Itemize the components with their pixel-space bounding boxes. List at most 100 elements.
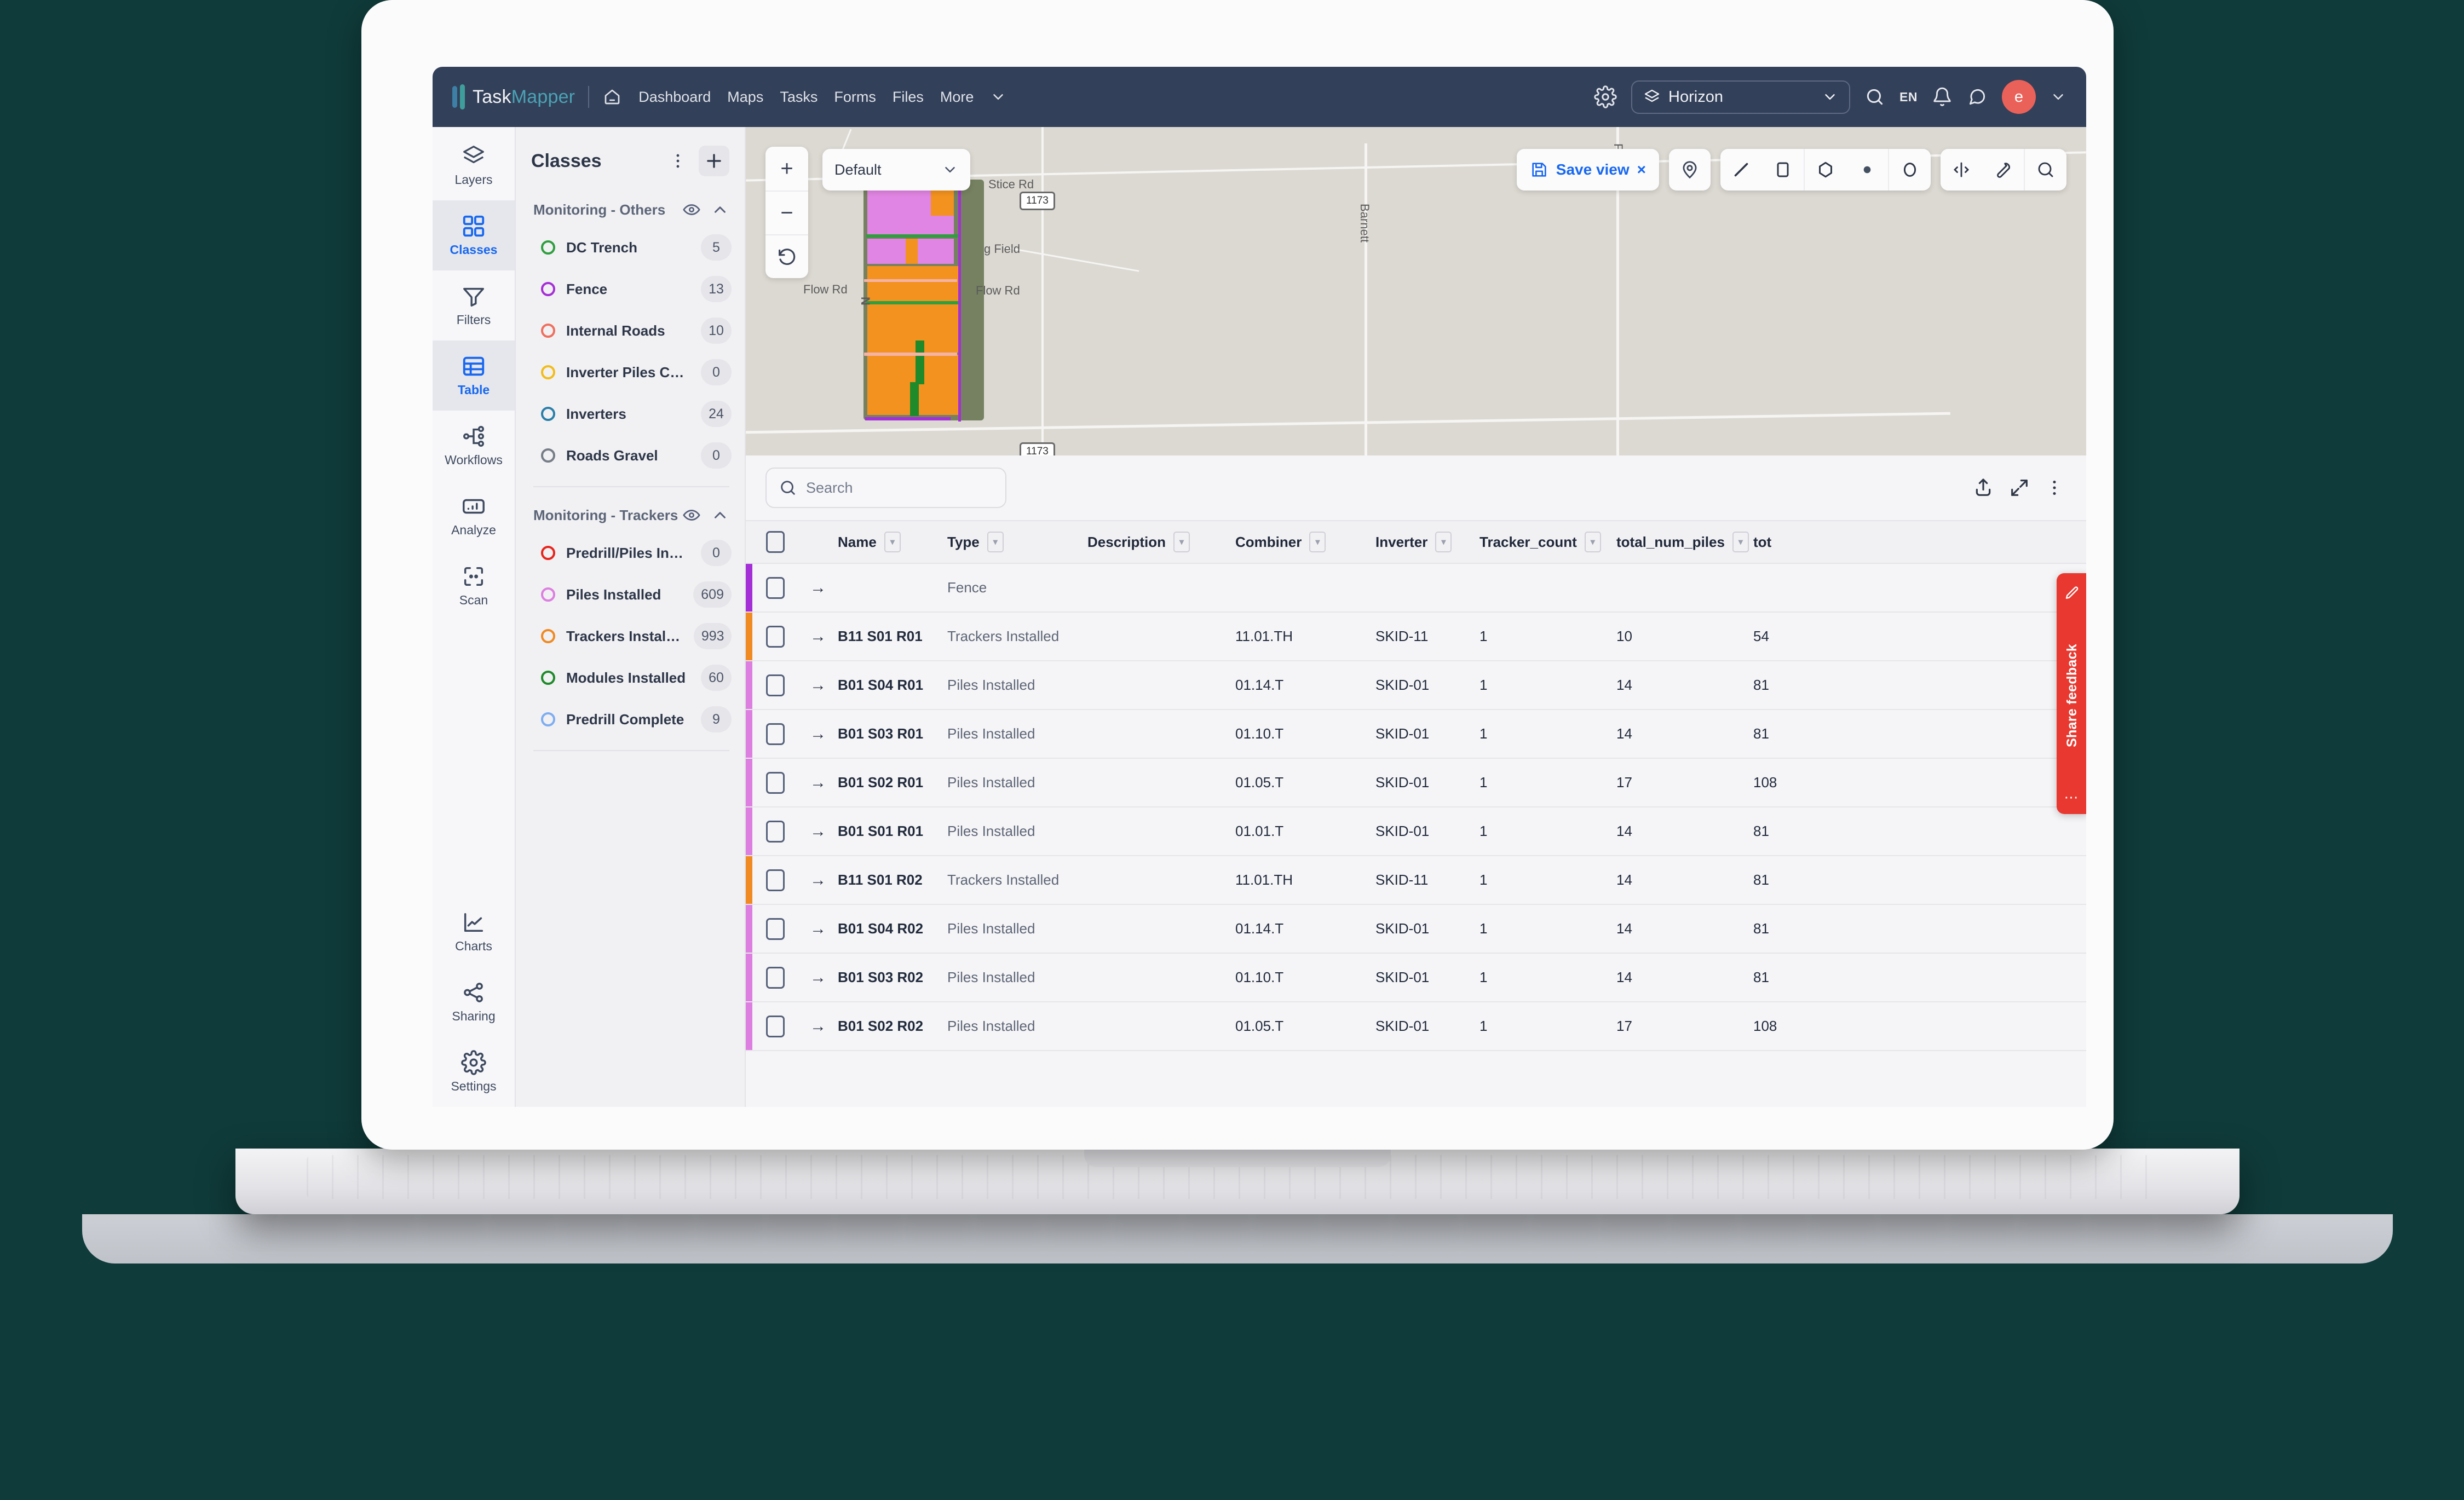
kebab-menu-icon[interactable] [663, 146, 693, 176]
more-chevron-down-icon[interactable] [990, 89, 1006, 105]
column-filter-icon[interactable]: ▾ [884, 532, 901, 552]
sidebar-item-classes[interactable]: Classes [433, 200, 515, 270]
table-row[interactable]: → B01 S02 R01 Piles Installed 01.05.T SK… [746, 759, 2086, 807]
table-row[interactable]: → B01 S01 R01 Piles Installed 01.01.T SK… [746, 807, 2086, 856]
select-all-checkbox[interactable] [752, 531, 798, 553]
column-header-description[interactable]: Description ▾ [1087, 532, 1235, 552]
list-item[interactable]: Inverters 24 [516, 393, 745, 435]
list-item[interactable]: Predrill Complete 9 [516, 699, 745, 740]
upload-icon[interactable] [1972, 477, 1994, 499]
table-row[interactable]: → B01 S03 R01 Piles Installed 01.10.T SK… [746, 710, 2086, 759]
column-header-total[interactable]: tot [1753, 534, 1863, 551]
list-item[interactable]: Internal Roads 10 [516, 310, 745, 351]
sidebar-item-filters[interactable]: Filters [433, 270, 515, 341]
nav-item-dashboard[interactable]: Dashboard [638, 89, 711, 106]
list-item[interactable]: Fence 13 [516, 268, 745, 310]
row-expand-icon[interactable]: → [798, 920, 838, 938]
column-header-tracker-count[interactable]: Tracker_count ▾ [1479, 532, 1616, 552]
column-filter-icon[interactable]: ▾ [1173, 532, 1190, 552]
nav-item-forms[interactable]: Forms [834, 89, 876, 106]
save-view-button[interactable]: Save view × [1516, 149, 1659, 191]
column-filter-icon[interactable]: ▾ [1435, 532, 1452, 552]
list-item[interactable]: Trackers Installed 993 [516, 615, 745, 657]
list-item[interactable]: Predrill/Piles Incom... 0 [516, 532, 745, 574]
row-checkbox[interactable] [752, 625, 798, 648]
column-header-combiner[interactable]: Combiner ▾ [1235, 532, 1375, 552]
sidebar-item-settings[interactable]: Settings [433, 1037, 515, 1107]
row-expand-icon[interactable]: → [798, 579, 838, 597]
avatar[interactable]: e [2002, 80, 2036, 114]
list-item[interactable]: Inverter Piles Compl... 0 [516, 351, 745, 393]
list-item[interactable]: Piles Installed 609 [516, 574, 745, 615]
list-item[interactable]: DC Trench 5 [516, 227, 745, 268]
chevron-down-icon[interactable] [942, 161, 958, 178]
table-row[interactable]: → B11 S01 R01 Trackers Installed 11.01.T… [746, 613, 2086, 661]
row-checkbox[interactable] [752, 723, 798, 745]
expand-icon[interactable] [2008, 477, 2030, 499]
wrench-icon[interactable] [1982, 149, 2024, 191]
row-expand-icon[interactable]: → [798, 627, 838, 646]
search-icon[interactable] [2025, 149, 2066, 191]
plus-icon[interactable] [699, 146, 729, 176]
share-feedback-tab[interactable]: Share feedback ⋯ [2057, 573, 2086, 814]
nav-item-files[interactable]: Files [893, 89, 924, 106]
row-expand-icon[interactable]: → [798, 968, 838, 987]
table-row[interactable]: → B11 S01 R02 Trackers Installed 11.01.T… [746, 856, 2086, 905]
language-indicator[interactable]: EN [1899, 90, 1918, 105]
sidebar-item-analyze[interactable]: Analyze [433, 481, 515, 551]
circle-icon[interactable] [1889, 149, 1931, 191]
column-filter-icon[interactable]: ▾ [1584, 532, 1601, 552]
map-pin-icon[interactable] [1669, 149, 1711, 191]
row-expand-icon[interactable]: → [798, 1017, 838, 1036]
row-expand-icon[interactable]: → [798, 822, 838, 841]
column-header-total-num-piles[interactable]: total_num_piles ▾ [1616, 532, 1753, 552]
nav-item-more[interactable]: More [940, 89, 974, 106]
class-group-header[interactable]: Monitoring - Others [516, 195, 745, 227]
nav-item-tasks[interactable]: Tasks [780, 89, 818, 106]
row-checkbox[interactable] [752, 869, 798, 891]
chevron-up-icon[interactable] [711, 200, 729, 219]
class-group-header[interactable]: Monitoring - Trackers [516, 500, 745, 532]
sidebar-item-sharing[interactable]: Sharing [433, 967, 515, 1037]
eye-icon[interactable] [682, 200, 701, 219]
table-row[interactable]: → Fence [746, 564, 2086, 613]
list-item[interactable]: Modules Installed 60 [516, 657, 745, 699]
nav-item-maps[interactable]: Maps [727, 89, 763, 106]
row-checkbox[interactable] [752, 820, 798, 843]
table-row[interactable]: → B01 S04 R02 Piles Installed 01.14.T SK… [746, 905, 2086, 954]
column-header-type[interactable]: Type ▾ [947, 532, 1087, 552]
sidebar-item-layers[interactable]: Layers [433, 130, 515, 200]
home-icon[interactable] [602, 87, 622, 107]
table-row[interactable]: → B01 S04 R01 Piles Installed 01.14.T SK… [746, 661, 2086, 710]
row-checkbox[interactable] [752, 771, 798, 794]
reset-rotation-icon[interactable] [765, 234, 808, 278]
sidebar-item-table[interactable]: Table [433, 341, 515, 411]
table-row[interactable]: → B01 S02 R02 Piles Installed 01.05.T SK… [746, 1002, 2086, 1051]
rectangle-icon[interactable] [1762, 149, 1804, 191]
kebab-menu-icon[interactable] [2045, 478, 2064, 498]
eye-icon[interactable] [682, 506, 701, 524]
row-checkbox[interactable] [752, 576, 798, 599]
polygon-icon[interactable] [1805, 149, 1846, 191]
zoom-out-button[interactable]: − [765, 191, 808, 234]
close-icon[interactable]: × [1637, 161, 1646, 178]
row-expand-icon[interactable]: → [798, 676, 838, 695]
row-expand-icon[interactable]: → [798, 725, 838, 743]
row-checkbox[interactable] [752, 918, 798, 940]
sidebar-item-scan[interactable]: Scan [433, 551, 515, 621]
line-icon[interactable] [1720, 149, 1762, 191]
column-filter-icon[interactable]: ▾ [987, 532, 1004, 552]
sidebar-item-charts[interactable]: Charts [433, 897, 515, 967]
drag-handle-icon[interactable]: ⋯ [2064, 790, 2080, 804]
row-checkbox[interactable] [752, 674, 798, 696]
list-item[interactable]: Roads Gravel 0 [516, 435, 745, 476]
map-canvas[interactable]: Stice Rd Barnett Fr Rd g Field Flow Rd F… [746, 127, 2086, 455]
search-input[interactable]: Search [765, 468, 1006, 508]
sidebar-item-workflows[interactable]: Workflows [433, 411, 515, 481]
table-row[interactable]: → B01 S03 R02 Piles Installed 01.10.T SK… [746, 954, 2086, 1002]
zoom-in-button[interactable]: + [765, 147, 808, 191]
row-checkbox[interactable] [752, 966, 798, 989]
chat-icon[interactable] [1967, 86, 1988, 107]
brand-logo[interactable]: TaskMapper [452, 84, 575, 109]
gear-icon[interactable] [1594, 85, 1617, 108]
